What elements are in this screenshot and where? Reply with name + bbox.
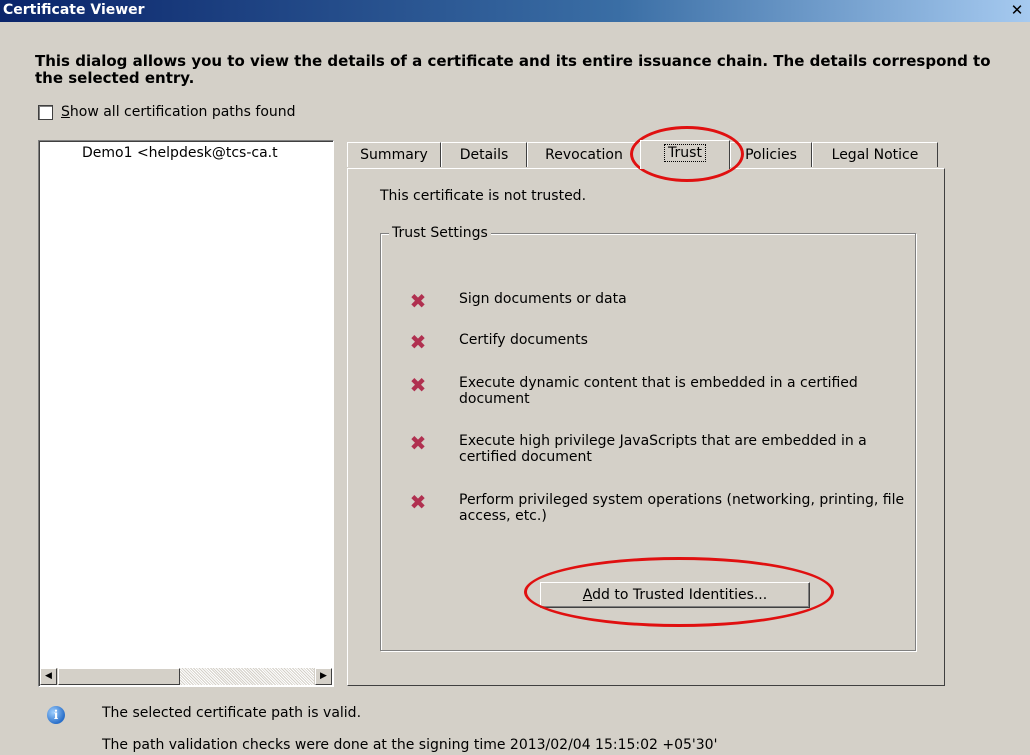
- tab-policies[interactable]: Policies: [730, 142, 812, 167]
- tab-legal-notice[interactable]: Legal Notice: [812, 142, 938, 167]
- certificate-chain-tree[interactable]: Demo1 <helpdesk@tcs-ca.t ◀ ▶: [38, 140, 334, 687]
- trust-tab-panel: This certificate is not trusted. Trust S…: [347, 168, 945, 686]
- add-to-trusted-identities-button[interactable]: Add to Trusted Identities...: [540, 582, 810, 608]
- dialog-description: This dialog allows you to view the detai…: [35, 52, 991, 87]
- validation-time-status: The path validation checks were done at …: [102, 737, 718, 753]
- tab-revocation[interactable]: Revocation: [527, 142, 641, 167]
- tab-trust-label: Trust: [664, 144, 706, 162]
- horizontal-scrollbar[interactable]: ◀ ▶: [40, 668, 332, 685]
- trust-settings-title: Trust Settings: [389, 225, 491, 241]
- trust-setting-text: Perform privileged system operations (ne…: [459, 492, 905, 524]
- path-valid-status: The selected certificate path is valid.: [102, 705, 362, 721]
- trust-status-text: This certificate is not trusted.: [380, 188, 587, 204]
- trust-setting-text: Execute dynamic content that is embedded…: [459, 375, 858, 407]
- scroll-left-icon[interactable]: ◀: [40, 668, 57, 685]
- tab-summary[interactable]: Summary: [347, 142, 441, 167]
- scroll-thumb[interactable]: [58, 668, 180, 685]
- trust-setting-text: Certify documents: [459, 332, 588, 348]
- tab-details[interactable]: Details: [441, 142, 527, 167]
- tree-item-certificate[interactable]: Demo1 <helpdesk@tcs-ca.t: [82, 145, 278, 161]
- tab-trust[interactable]: Trust: [640, 140, 730, 169]
- scroll-right-icon[interactable]: ▶: [315, 668, 332, 685]
- trust-setting-text: Sign documents or data: [459, 291, 627, 307]
- close-icon[interactable]: ✕: [1008, 2, 1026, 18]
- scroll-track[interactable]: [180, 668, 314, 685]
- info-icon: i: [47, 706, 65, 724]
- red-x-icon: ✖: [409, 490, 427, 514]
- window-title: Certificate Viewer: [3, 2, 145, 18]
- red-x-icon: ✖: [409, 431, 427, 455]
- red-x-icon: ✖: [409, 289, 427, 313]
- red-x-icon: ✖: [409, 373, 427, 397]
- title-bar: Certificate Viewer ✕: [0, 0, 1030, 22]
- show-all-paths-checkbox[interactable]: [38, 105, 53, 120]
- trust-setting-text: Execute high privilege JavaScripts that …: [459, 433, 867, 465]
- red-x-icon: ✖: [409, 330, 427, 354]
- show-all-paths-label[interactable]: Show all certification paths found: [61, 104, 296, 120]
